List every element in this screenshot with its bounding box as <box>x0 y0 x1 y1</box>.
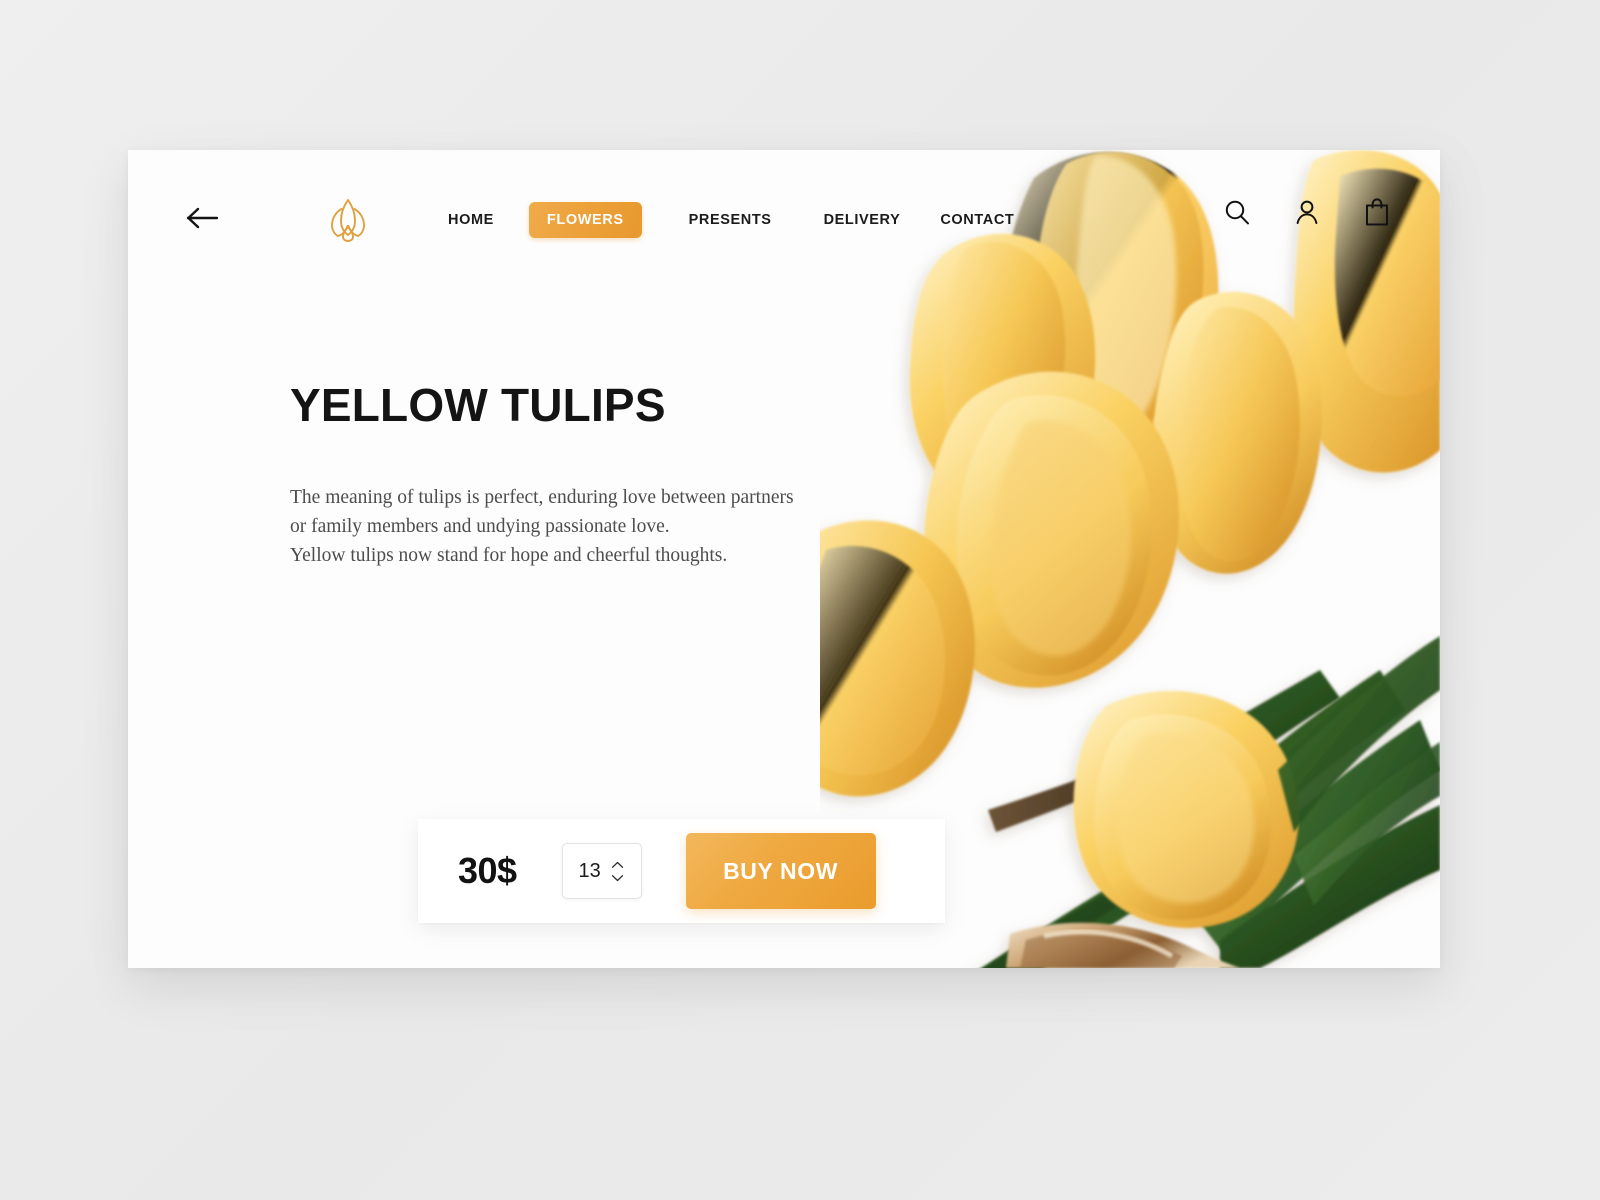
quantity-stepper[interactable]: 13 <box>561 843 642 899</box>
product-page-card: HOME FLOWERS PRESENTS DELIVERY CONTACT Y… <box>128 150 1440 968</box>
product-info: YELLOW TULIPS The meaning of tulips is p… <box>290 382 850 570</box>
user-account-icon <box>1293 198 1321 231</box>
nav-item-contact[interactable]: CONTACT <box>940 202 1014 238</box>
lotus-flower-logo-icon <box>322 193 374 250</box>
nav-item-home[interactable]: HOME <box>448 202 494 238</box>
quantity-stepper-arrows <box>611 860 625 882</box>
product-price: 30$ <box>458 850 517 891</box>
shopping-bag-icon <box>1364 197 1390 232</box>
page-title: YELLOW TULIPS <box>290 379 666 431</box>
buy-now-button[interactable]: BUY NOW <box>685 833 876 909</box>
nav-item-flowers[interactable]: FLOWERS <box>528 202 642 238</box>
search-icon <box>1223 198 1251 231</box>
brand-logo[interactable] <box>321 194 375 248</box>
nav-item-delivery[interactable]: DELIVERY <box>824 202 901 238</box>
quantity-value: 13 <box>578 859 601 882</box>
arrow-left-icon <box>186 207 220 234</box>
main-navigation: HOME FLOWERS PRESENTS DELIVERY CONTACT <box>448 202 1014 238</box>
account-button[interactable] <box>1292 198 1322 230</box>
quantity-decrement-button[interactable] <box>611 873 625 882</box>
product-description: The meaning of tulips is perfect, enduri… <box>290 487 794 566</box>
chevron-down-icon <box>611 869 624 887</box>
back-button[interactable] <box>181 202 225 238</box>
search-button[interactable] <box>1222 198 1252 230</box>
site-header: HOME FLOWERS PRESENTS DELIVERY CONTACT <box>128 150 1440 295</box>
cart-button[interactable] <box>1362 197 1392 232</box>
header-icon-group <box>1222 197 1392 232</box>
purchase-bar: 30$ 13 BUY NOW <box>418 819 945 923</box>
nav-item-presents[interactable]: PRESENTS <box>689 202 772 238</box>
